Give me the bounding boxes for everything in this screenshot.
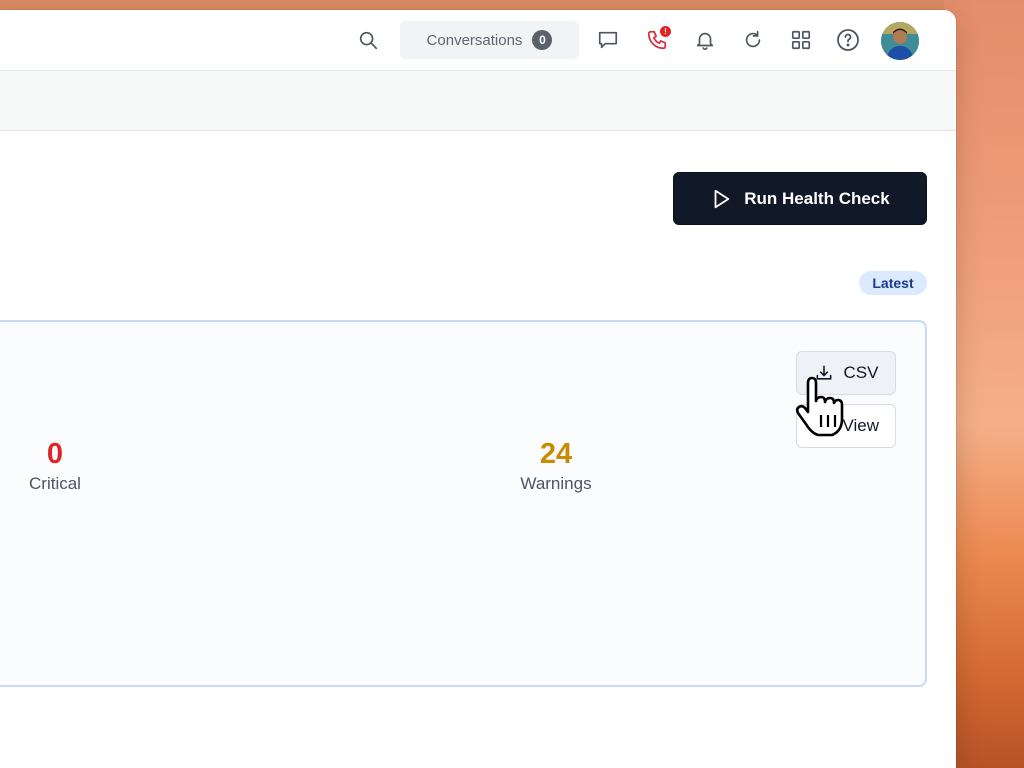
- chat-bubble-icon: [598, 31, 618, 49]
- search-button[interactable]: [350, 22, 386, 58]
- notifications-button[interactable]: [687, 22, 723, 58]
- desktop-wallpaper: [944, 0, 1024, 768]
- conversations-label: Conversations: [426, 31, 523, 49]
- top-navigation-bar: Conversations 0 !: [0, 10, 956, 71]
- critical-label: Critical: [29, 474, 81, 493]
- latest-badge: Latest: [859, 271, 927, 295]
- conversations-button[interactable]: Conversations 0: [400, 21, 579, 59]
- refresh-button[interactable]: [735, 22, 771, 58]
- warnings-label: Warnings: [520, 474, 592, 493]
- help-button[interactable]: [830, 22, 866, 58]
- phone-alert-badge: !: [660, 26, 671, 37]
- search-icon: [359, 31, 378, 50]
- warnings-stat: 24 Warnings: [506, 438, 606, 494]
- critical-count: 0: [46, 438, 64, 470]
- run-health-check-label: Run Health Check: [744, 188, 890, 208]
- grid-icon: [791, 30, 811, 50]
- sub-header-bar: [0, 71, 956, 131]
- bell-icon: [696, 32, 714, 50]
- app-window: Conversations 0 ! Run Health Check Lates…: [0, 10, 956, 768]
- refresh-icon: [745, 30, 761, 48]
- chat-button[interactable]: [590, 22, 626, 58]
- health-report-card: [0, 320, 927, 687]
- warnings-count: 24: [539, 438, 573, 470]
- avatar-portrait-icon: [881, 22, 919, 60]
- hand-pointer-cursor-icon: [795, 376, 844, 437]
- phone-button[interactable]: !: [639, 22, 675, 58]
- help-icon: [837, 29, 859, 51]
- play-icon: [714, 189, 730, 208]
- run-health-check-button[interactable]: Run Health Check: [673, 172, 927, 225]
- user-avatar[interactable]: [881, 22, 919, 60]
- conversations-count-badge: 0: [532, 30, 553, 50]
- critical-stat: 0 Critical: [15, 438, 95, 494]
- apps-button[interactable]: [783, 22, 819, 58]
